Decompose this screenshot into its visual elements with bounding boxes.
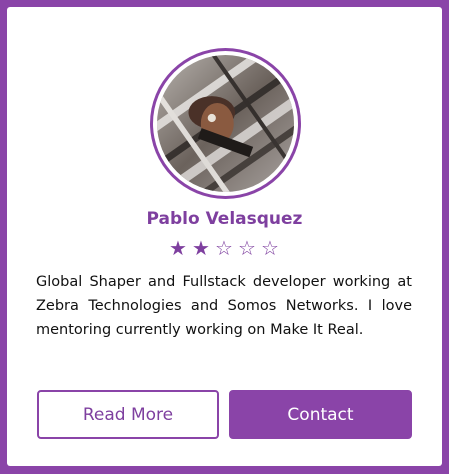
contact-button[interactable]: Contact xyxy=(229,390,412,439)
profile-card: Pablo Velasquez ★ ★ ☆ ☆ ☆ Global Shaper and … xyxy=(7,7,442,466)
avatar xyxy=(157,55,294,192)
star-rating: ★ ★ ☆ ☆ ☆ xyxy=(7,236,442,260)
star-empty-icon: ☆ xyxy=(261,236,280,260)
avatar-frame xyxy=(153,51,298,196)
star-filled-icon: ★ xyxy=(192,236,211,260)
profile-bio: Global Shaper and Fullstack developer wo… xyxy=(36,274,412,338)
profile-name: Pablo Velasquez xyxy=(146,209,303,229)
read-more-button[interactable]: Read More xyxy=(37,390,219,439)
star-empty-icon: ☆ xyxy=(215,236,234,260)
avatar-ring xyxy=(150,48,301,199)
star-filled-icon: ★ xyxy=(169,236,188,260)
star-empty-icon: ☆ xyxy=(238,236,257,260)
